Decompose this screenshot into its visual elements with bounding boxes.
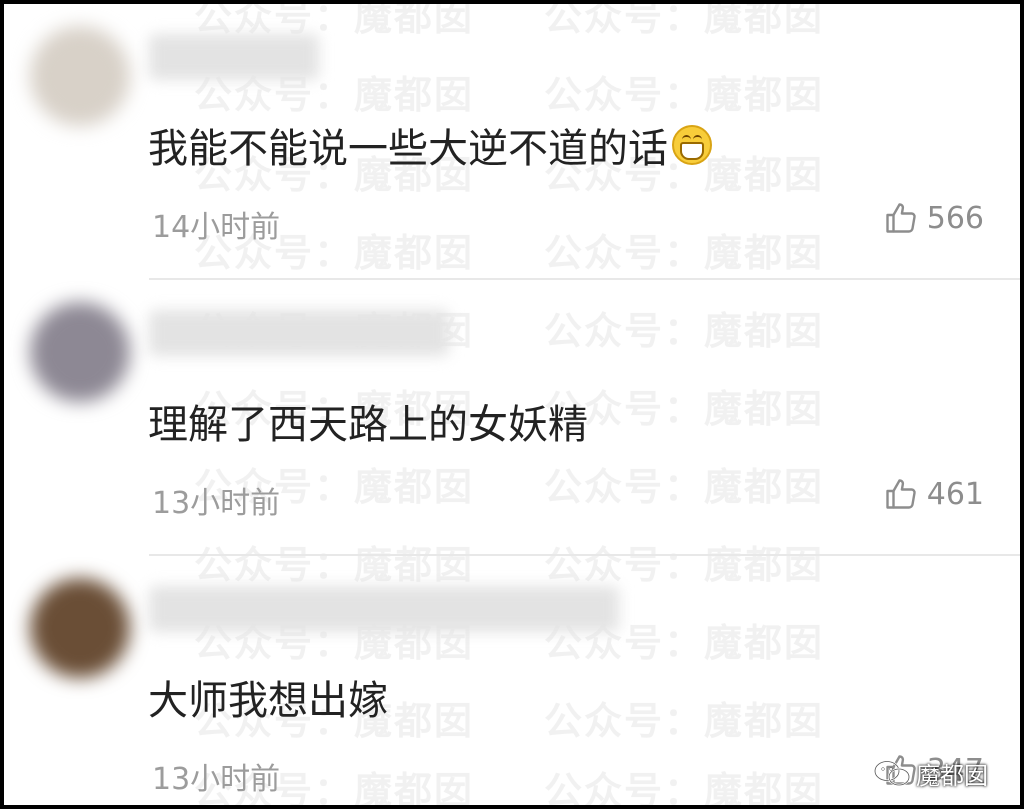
comment-item: 理解了西天路上的女妖精 13小时前 461 xyxy=(4,280,1020,556)
comment-text: 大师我想出嫁 xyxy=(148,668,388,726)
comment-body: 理解了西天路上的女妖精 xyxy=(148,402,588,448)
thumbs-up-icon xyxy=(886,479,916,509)
comment-body: 我能不能说一些大逆不道的话 xyxy=(148,126,668,172)
comment-body: 大师我想出嫁 xyxy=(148,678,388,724)
avatar[interactable] xyxy=(30,302,130,402)
avatar[interactable] xyxy=(30,578,130,678)
comment-item: 大师我想出嫁 13小时前 347 xyxy=(4,556,1020,805)
screenshot-frame: 公众号：魔都囡 公众号：魔都囡 公众号：魔都囡 公众号：魔都囡 公众号：魔都囡 … xyxy=(0,0,1024,809)
wechat-icon xyxy=(873,759,911,786)
comment-text: 我能不能说一些大逆不道的话 xyxy=(148,116,712,174)
account-badge: 魔都囡 xyxy=(872,756,988,791)
comment-time: 13小时前 xyxy=(152,762,281,797)
like-button[interactable]: 566 xyxy=(883,200,984,236)
grin-icon xyxy=(672,125,712,165)
comment-text: 理解了西天路上的女妖精 xyxy=(148,392,588,450)
username-blurred[interactable] xyxy=(149,34,319,80)
avatar[interactable] xyxy=(30,26,130,126)
comment-time: 14小时前 xyxy=(152,210,281,245)
comment-item: 我能不能说一些大逆不道的话 14小时前 566 xyxy=(4,4,1020,280)
username-blurred[interactable] xyxy=(149,586,619,632)
comment-time: 13小时前 xyxy=(152,486,281,521)
username-blurred[interactable] xyxy=(149,310,449,356)
account-name: 魔都囡 xyxy=(916,762,988,790)
like-count: 566 xyxy=(926,200,984,236)
thumbs-up-icon xyxy=(886,203,916,233)
like-count: 461 xyxy=(926,476,984,512)
like-button[interactable]: 461 xyxy=(883,476,984,512)
